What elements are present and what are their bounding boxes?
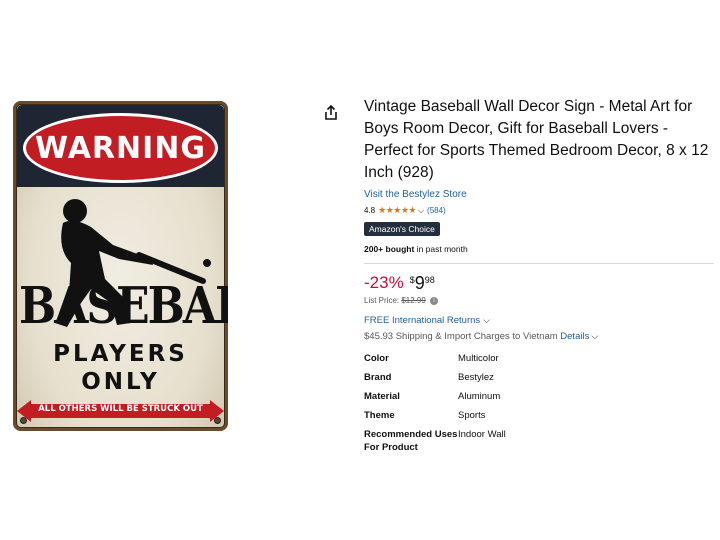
product-title: Vintage Baseball Wall Decor Sign - Metal… xyxy=(364,98,709,181)
shipping-details-link[interactable]: Details xyxy=(560,331,589,342)
star-rating-icon[interactable]: ★★★★★ xyxy=(378,205,416,216)
spec-value: Bestylez xyxy=(458,372,494,383)
product-specs: Color Multicolor Brand Bestylez Material… xyxy=(364,352,716,454)
rating-value: 4.8 xyxy=(364,206,376,215)
chevron-down-icon[interactable]: ⌵ xyxy=(418,206,424,216)
spec-value: Indoor Wall xyxy=(458,429,506,440)
free-returns-label[interactable]: FREE International Returns xyxy=(364,315,480,326)
price-whole: 9 xyxy=(414,273,425,293)
list-price-value: $12.99 xyxy=(401,296,426,305)
price: $ 9 98 xyxy=(410,273,435,293)
spec-row: Material Aluminum xyxy=(364,390,716,403)
product-image[interactable]: WARNING BASEBALL PLAYERS ONLY ALL OTHERS… xyxy=(13,101,228,431)
shipping-info: $45.93 Shipping & Import Charges to Viet… xyxy=(364,331,716,342)
spec-key: Color xyxy=(364,353,389,364)
shipping-text: $45.93 Shipping & Import Charges to Viet… xyxy=(364,331,561,342)
spec-row: Brand Bestylez xyxy=(364,371,716,384)
bought-count: 200+ bought in past month xyxy=(364,244,716,254)
product-details: Vintage Baseball Wall Decor Sign - Metal… xyxy=(364,96,716,460)
spec-row: Color Multicolor xyxy=(364,352,716,365)
sign-footer-text: ALL OTHERS WILL BE STRUCK OUT xyxy=(38,404,203,414)
spec-key: Recommended Uses For Product xyxy=(364,429,458,453)
spec-key: Theme xyxy=(364,410,395,421)
sign-players-text: PLAYERS xyxy=(53,341,188,367)
amazons-choice-badge: Amazon's Choice xyxy=(364,222,440,236)
share-icon[interactable] xyxy=(323,105,339,121)
store-link[interactable]: Visit the Bestylez Store xyxy=(364,189,467,200)
divider xyxy=(364,263,714,264)
list-price: List Price: $12.99 i xyxy=(364,296,716,305)
sign-baseball-text: BASEBALL xyxy=(19,277,228,336)
spec-value: Multicolor xyxy=(458,353,499,364)
info-icon[interactable]: i xyxy=(430,296,439,305)
bought-count-bold: 200+ bought xyxy=(364,244,415,254)
sign-warning-text: WARNING xyxy=(34,130,207,166)
free-returns-link[interactable]: FREE International Returns ⌵ xyxy=(364,315,716,326)
spec-key: Material xyxy=(364,391,400,402)
chevron-down-icon[interactable]: ⌵ xyxy=(591,331,598,341)
bought-count-rest: in past month xyxy=(414,244,468,254)
price-row: -23% $ 9 98 xyxy=(364,273,716,293)
spec-row: Theme Sports xyxy=(364,409,716,422)
sign-warning-oval: WARNING xyxy=(23,113,218,183)
list-price-label: List Price: xyxy=(364,296,402,305)
spec-key: Brand xyxy=(364,372,392,383)
spec-value: Aluminum xyxy=(458,391,501,402)
discount-percent: -23% xyxy=(364,273,404,292)
spec-row: Recommended Uses For Product Indoor Wall xyxy=(364,428,716,454)
spec-value: Sports xyxy=(458,410,486,421)
rating-row[interactable]: 4.8 ★★★★★ ⌵ (584) xyxy=(364,205,716,216)
rating-count-link[interactable]: (584) xyxy=(427,206,446,215)
price-fraction: 98 xyxy=(424,275,435,285)
chevron-down-icon[interactable]: ⌵ xyxy=(483,315,490,325)
sign-only-text: ONLY xyxy=(81,369,160,395)
